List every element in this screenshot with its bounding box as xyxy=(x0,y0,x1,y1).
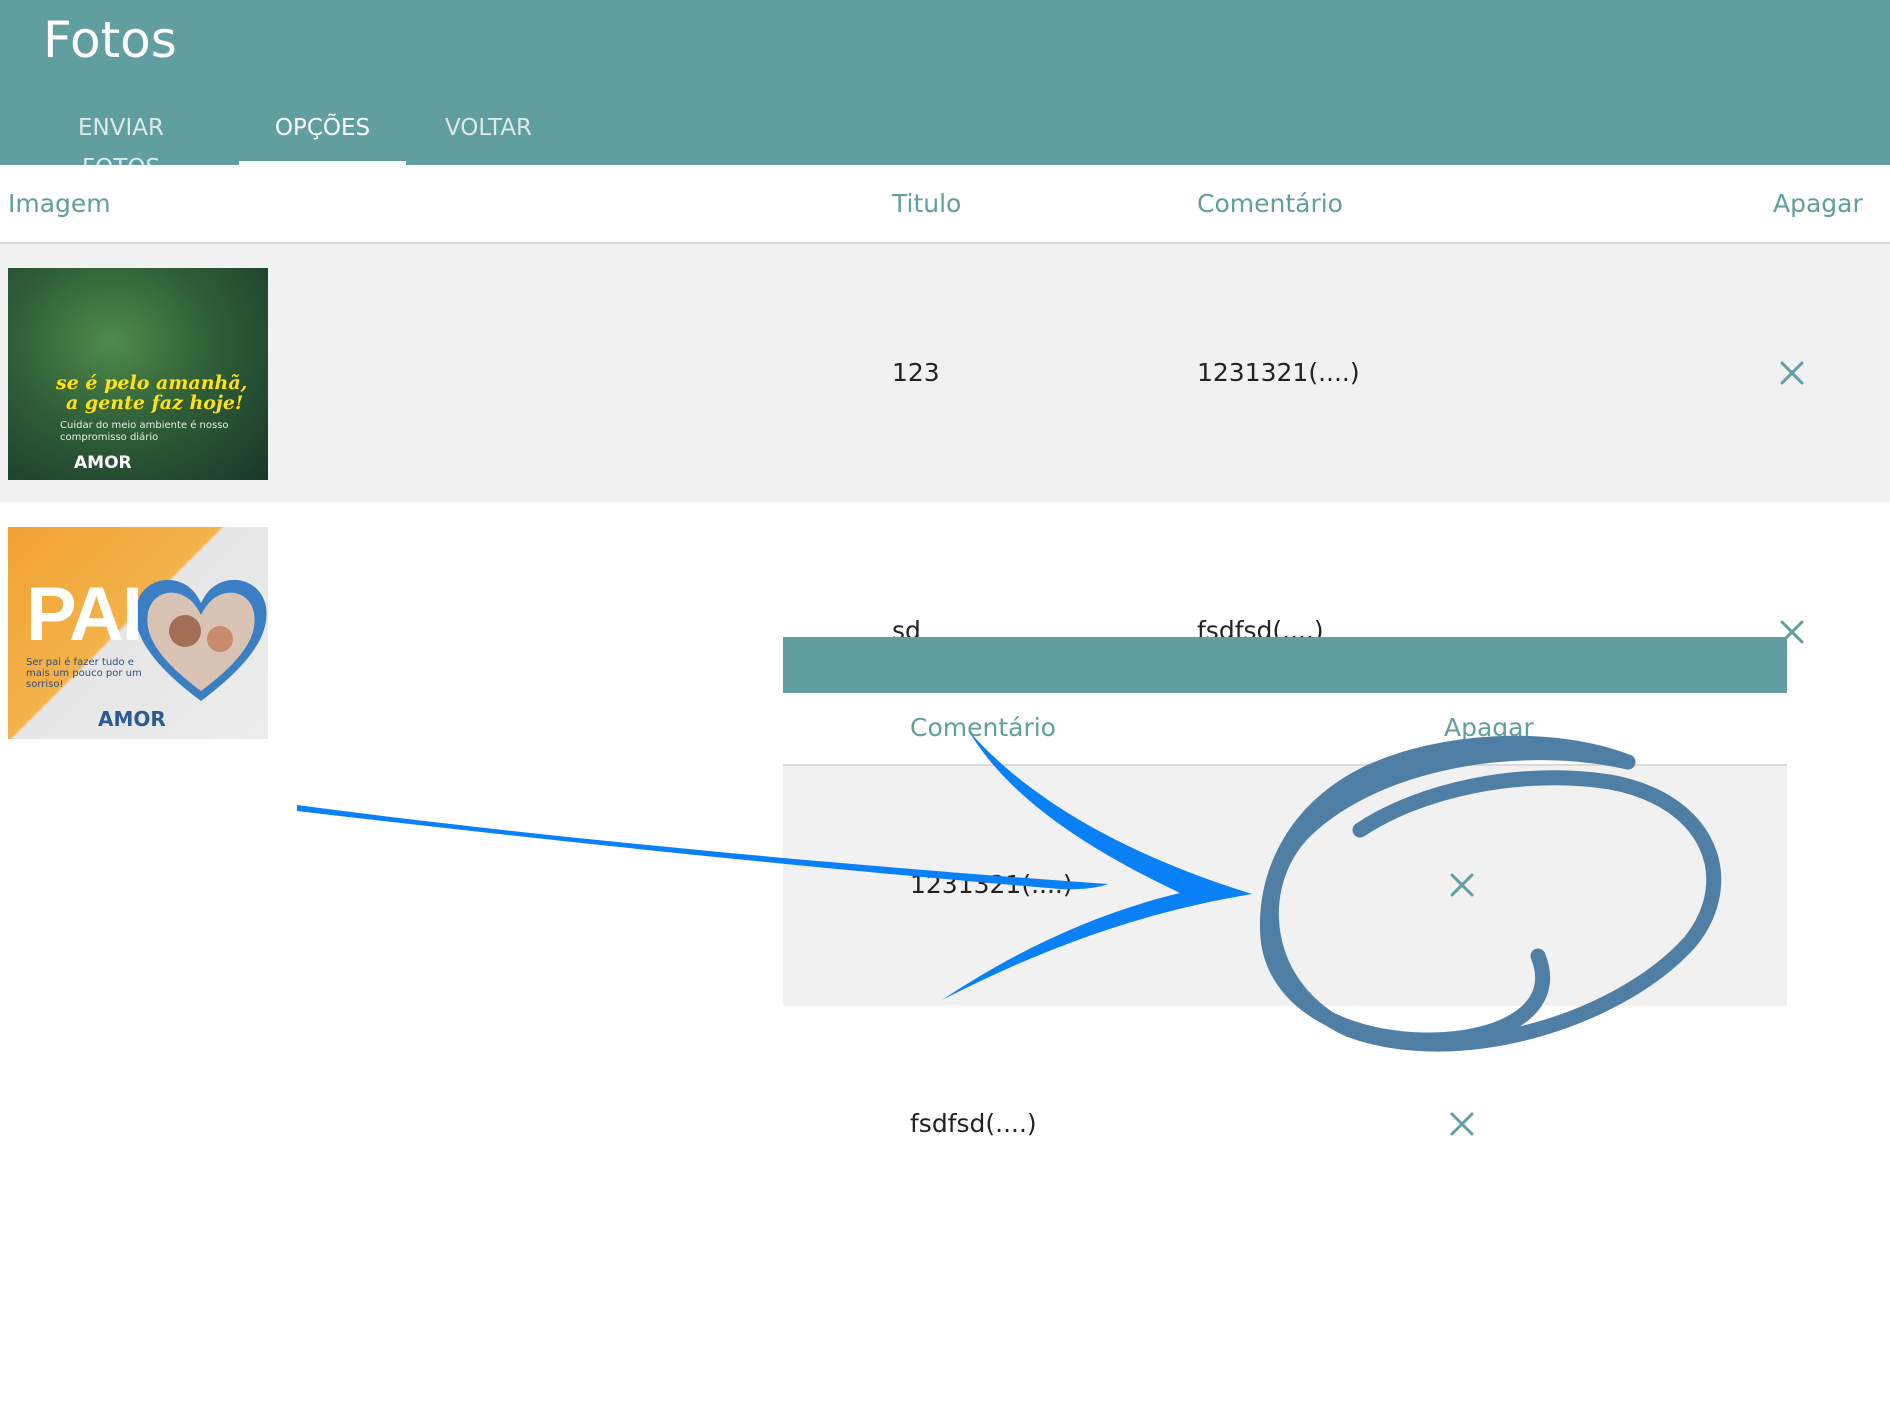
zoomed-column-header-apagar: Apagar xyxy=(1444,713,1534,742)
close-icon[interactable] xyxy=(1449,872,1475,898)
column-header-imagem: Imagem xyxy=(8,189,111,218)
photo-thumbnail: se é pelo amanhã, a gente faz hoje! Cuid… xyxy=(8,268,268,480)
thumbnail-logo: AMOR xyxy=(74,453,132,473)
cell-titulo: 123 xyxy=(892,358,940,387)
thumbnail-logo: AMOR xyxy=(98,707,166,731)
table-row xyxy=(0,244,1890,502)
thumbnail-caption: se é pelo amanhã, xyxy=(56,372,248,394)
thumbnail-headline: PAI xyxy=(26,572,143,657)
cell-comentario: 1231321(....) xyxy=(1197,358,1360,387)
heart-photo-frame xyxy=(135,579,267,701)
page-title: Fotos xyxy=(43,11,177,69)
column-header-apagar: Apagar xyxy=(1773,189,1863,218)
tab-opcoes[interactable]: OPÇÕES xyxy=(239,108,406,165)
tab-voltar[interactable]: VOLTAR xyxy=(435,108,542,165)
zoomed-cell-comentario: fsdfsd(....) xyxy=(910,1109,1037,1138)
thumbnail-subtext: Cuidar do meio ambiente é nosso compromi… xyxy=(60,420,229,443)
close-icon[interactable] xyxy=(1449,1111,1475,1137)
tab-enviar-fotos[interactable]: ENVIAR FOTOS xyxy=(38,108,204,181)
photo-thumbnail: PAI Ser pai é fazer tudo e mais um pouco… xyxy=(8,527,268,739)
column-header-titulo: Titulo xyxy=(892,189,962,218)
zoomed-cell-comentario: 1231321(....) xyxy=(910,870,1073,899)
column-header-comentario: Comentário xyxy=(1197,189,1343,218)
active-tab-indicator xyxy=(239,161,406,165)
zoomed-app-bar xyxy=(783,637,1787,693)
thumbnail-caption: a gente faz hoje! xyxy=(66,392,244,414)
zoomed-column-header-comentario: Comentário xyxy=(910,713,1056,742)
zoomed-detail-panel: Comentário Apagar 1231321(....) xyxy=(783,637,1787,1006)
app-bar: Fotos ENVIAR FOTOS OPÇÕES VOLTAR xyxy=(0,0,1890,181)
thumbnail-subtext: Ser pai é fazer tudo e mais um pouco por… xyxy=(26,657,142,690)
close-icon[interactable] xyxy=(1779,360,1805,386)
